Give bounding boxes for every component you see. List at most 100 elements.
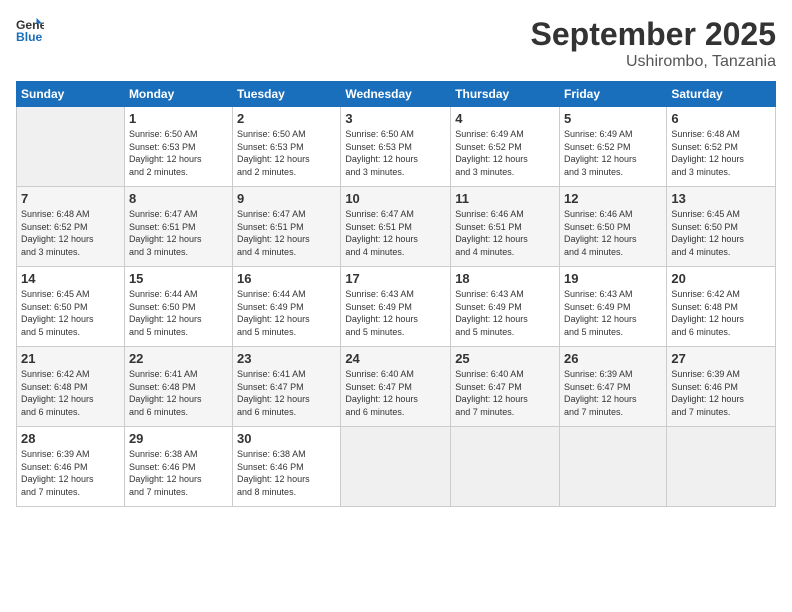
day-info: Sunrise: 6:43 AM Sunset: 6:49 PM Dayligh… <box>455 288 555 338</box>
day-info: Sunrise: 6:40 AM Sunset: 6:47 PM Dayligh… <box>455 368 555 418</box>
day-number: 18 <box>455 271 555 286</box>
calendar-cell: 24Sunrise: 6:40 AM Sunset: 6:47 PM Dayli… <box>341 347 451 427</box>
calendar-cell: 6 Sunrise: 6:48 AM Sunset: 6:52 PM Daylig… <box>667 107 776 187</box>
calendar-cell: 22 Sunrise: 6:41 AM Sunset: 6:48 PM Dayli… <box>124 347 232 427</box>
calendar-cell: 3 Sunrise: 6:50 AM Sunset: 6:53 PM Daylig… <box>341 107 451 187</box>
calendar-cell <box>667 427 776 507</box>
day-info: Sunrise: 6:46 AM Sunset: 6:51 PM Dayligh… <box>455 208 555 258</box>
day-info: Sunrise: 6:44 AM Sunset: 6:50 PM Dayligh… <box>129 288 228 338</box>
header: General Blue September 2025 Ushirombo, T… <box>16 16 776 71</box>
day-number: 30 <box>237 431 336 446</box>
day-info: Sunrise: 6:49 AM Sunset: 6:52 PM Dayligh… <box>455 128 555 178</box>
day-info: Sunrise: 6:47 AM Sunset: 6:51 PM Dayligh… <box>237 208 336 258</box>
calendar-cell: 28 Sunrise: 6:39 AM Sunset: 6:46 PM Dayli… <box>17 427 125 507</box>
calendar-cell: 12Sunrise: 6:46 AM Sunset: 6:50 PM Dayli… <box>560 187 667 267</box>
day-info: Sunrise: 6:48 AM Sunset: 6:52 PM Dayligh… <box>671 128 771 178</box>
day-info: Sunrise: 6:45 AM Sunset: 6:50 PM Dayligh… <box>21 288 120 338</box>
header-wednesday: Wednesday <box>341 82 451 107</box>
day-number: 22 <box>129 351 228 366</box>
calendar-cell: 11 Sunrise: 6:46 AM Sunset: 6:51 PM Dayli… <box>451 187 560 267</box>
calendar-cell: 2 Sunrise: 6:50 AM Sunset: 6:53 PM Daylig… <box>233 107 341 187</box>
calendar-cell: 17 Sunrise: 6:43 AM Sunset: 6:49 PM Dayli… <box>341 267 451 347</box>
calendar-cell <box>560 427 667 507</box>
day-info: Sunrise: 6:39 AM Sunset: 6:47 PM Dayligh… <box>564 368 662 418</box>
day-info: Sunrise: 6:44 AM Sunset: 6:49 PM Dayligh… <box>237 288 336 338</box>
day-number: 15 <box>129 271 228 286</box>
day-number: 2 <box>237 111 336 126</box>
day-info: Sunrise: 6:39 AM Sunset: 6:46 PM Dayligh… <box>21 448 120 498</box>
calendar-cell: 10Sunrise: 6:47 AM Sunset: 6:51 PM Dayli… <box>341 187 451 267</box>
header-sunday: Sunday <box>17 82 125 107</box>
day-number: 17 <box>345 271 446 286</box>
calendar-week-2: 7Sunrise: 6:48 AM Sunset: 6:52 PM Daylig… <box>17 187 776 267</box>
calendar-cell: 13 Sunrise: 6:45 AM Sunset: 6:50 PM Dayli… <box>667 187 776 267</box>
day-number: 7 <box>21 191 120 206</box>
calendar-cell: 18 Sunrise: 6:43 AM Sunset: 6:49 PM Dayli… <box>451 267 560 347</box>
day-info: Sunrise: 6:47 AM Sunset: 6:51 PM Dayligh… <box>129 208 228 258</box>
day-number: 26 <box>564 351 662 366</box>
calendar-page: General Blue September 2025 Ushirombo, T… <box>0 0 792 612</box>
svg-text:Blue: Blue <box>16 30 43 44</box>
day-info: Sunrise: 6:40 AM Sunset: 6:47 PM Dayligh… <box>345 368 446 418</box>
day-number: 25 <box>455 351 555 366</box>
header-row: Sunday Monday Tuesday Wednesday Thursday… <box>17 82 776 107</box>
day-number: 5 <box>564 111 662 126</box>
header-thursday: Thursday <box>451 82 560 107</box>
calendar-cell: 19Sunrise: 6:43 AM Sunset: 6:49 PM Dayli… <box>560 267 667 347</box>
day-number: 28 <box>21 431 120 446</box>
day-info: Sunrise: 6:45 AM Sunset: 6:50 PM Dayligh… <box>671 208 771 258</box>
calendar-table: Sunday Monday Tuesday Wednesday Thursday… <box>16 81 776 507</box>
calendar-cell: 23Sunrise: 6:41 AM Sunset: 6:47 PM Dayli… <box>233 347 341 427</box>
calendar-week-1: 1 Sunrise: 6:50 AM Sunset: 6:53 PM Daylig… <box>17 107 776 187</box>
day-number: 6 <box>671 111 771 126</box>
day-number: 27 <box>671 351 771 366</box>
day-number: 11 <box>455 191 555 206</box>
day-number: 10 <box>345 191 446 206</box>
day-info: Sunrise: 6:38 AM Sunset: 6:46 PM Dayligh… <box>237 448 336 498</box>
logo-icon: General Blue <box>16 16 44 44</box>
calendar-week-5: 28 Sunrise: 6:39 AM Sunset: 6:46 PM Dayli… <box>17 427 776 507</box>
title-block: September 2025 Ushirombo, Tanzania <box>531 16 776 71</box>
calendar-cell: 21Sunrise: 6:42 AM Sunset: 6:48 PM Dayli… <box>17 347 125 427</box>
calendar-cell <box>17 107 125 187</box>
day-number: 29 <box>129 431 228 446</box>
calendar-cell: 16 Sunrise: 6:44 AM Sunset: 6:49 PM Dayli… <box>233 267 341 347</box>
day-info: Sunrise: 6:43 AM Sunset: 6:49 PM Dayligh… <box>345 288 446 338</box>
calendar-cell <box>341 427 451 507</box>
calendar-cell: 8 Sunrise: 6:47 AM Sunset: 6:51 PM Daylig… <box>124 187 232 267</box>
day-info: Sunrise: 6:41 AM Sunset: 6:48 PM Dayligh… <box>129 368 228 418</box>
day-info: Sunrise: 6:49 AM Sunset: 6:52 PM Dayligh… <box>564 128 662 178</box>
calendar-cell: 4 Sunrise: 6:49 AM Sunset: 6:52 PM Daylig… <box>451 107 560 187</box>
day-number: 14 <box>21 271 120 286</box>
day-number: 8 <box>129 191 228 206</box>
calendar-cell: 26 Sunrise: 6:39 AM Sunset: 6:47 PM Dayli… <box>560 347 667 427</box>
day-info: Sunrise: 6:50 AM Sunset: 6:53 PM Dayligh… <box>345 128 446 178</box>
day-number: 1 <box>129 111 228 126</box>
day-info: Sunrise: 6:42 AM Sunset: 6:48 PM Dayligh… <box>671 288 771 338</box>
calendar-cell <box>451 427 560 507</box>
day-info: Sunrise: 6:50 AM Sunset: 6:53 PM Dayligh… <box>237 128 336 178</box>
day-number: 3 <box>345 111 446 126</box>
calendar-cell: 15 Sunrise: 6:44 AM Sunset: 6:50 PM Dayli… <box>124 267 232 347</box>
header-monday: Monday <box>124 82 232 107</box>
calendar-cell: 1 Sunrise: 6:50 AM Sunset: 6:53 PM Daylig… <box>124 107 232 187</box>
header-friday: Friday <box>560 82 667 107</box>
calendar-cell: 14 Sunrise: 6:45 AM Sunset: 6:50 PM Dayli… <box>17 267 125 347</box>
day-number: 4 <box>455 111 555 126</box>
calendar-cell: 5 Sunrise: 6:49 AM Sunset: 6:52 PM Daylig… <box>560 107 667 187</box>
day-number: 16 <box>237 271 336 286</box>
calendar-cell: 25 Sunrise: 6:40 AM Sunset: 6:47 PM Dayli… <box>451 347 560 427</box>
calendar-cell: 9Sunrise: 6:47 AM Sunset: 6:51 PM Daylig… <box>233 187 341 267</box>
month-title: September 2025 <box>531 16 776 53</box>
calendar-cell: 29Sunrise: 6:38 AM Sunset: 6:46 PM Dayli… <box>124 427 232 507</box>
day-number: 13 <box>671 191 771 206</box>
header-saturday: Saturday <box>667 82 776 107</box>
day-number: 19 <box>564 271 662 286</box>
day-info: Sunrise: 6:39 AM Sunset: 6:46 PM Dayligh… <box>671 368 771 418</box>
day-number: 12 <box>564 191 662 206</box>
calendar-cell: 27 Sunrise: 6:39 AM Sunset: 6:46 PM Dayli… <box>667 347 776 427</box>
logo: General Blue <box>16 16 44 44</box>
day-info: Sunrise: 6:50 AM Sunset: 6:53 PM Dayligh… <box>129 128 228 178</box>
calendar-cell: 7Sunrise: 6:48 AM Sunset: 6:52 PM Daylig… <box>17 187 125 267</box>
header-tuesday: Tuesday <box>233 82 341 107</box>
